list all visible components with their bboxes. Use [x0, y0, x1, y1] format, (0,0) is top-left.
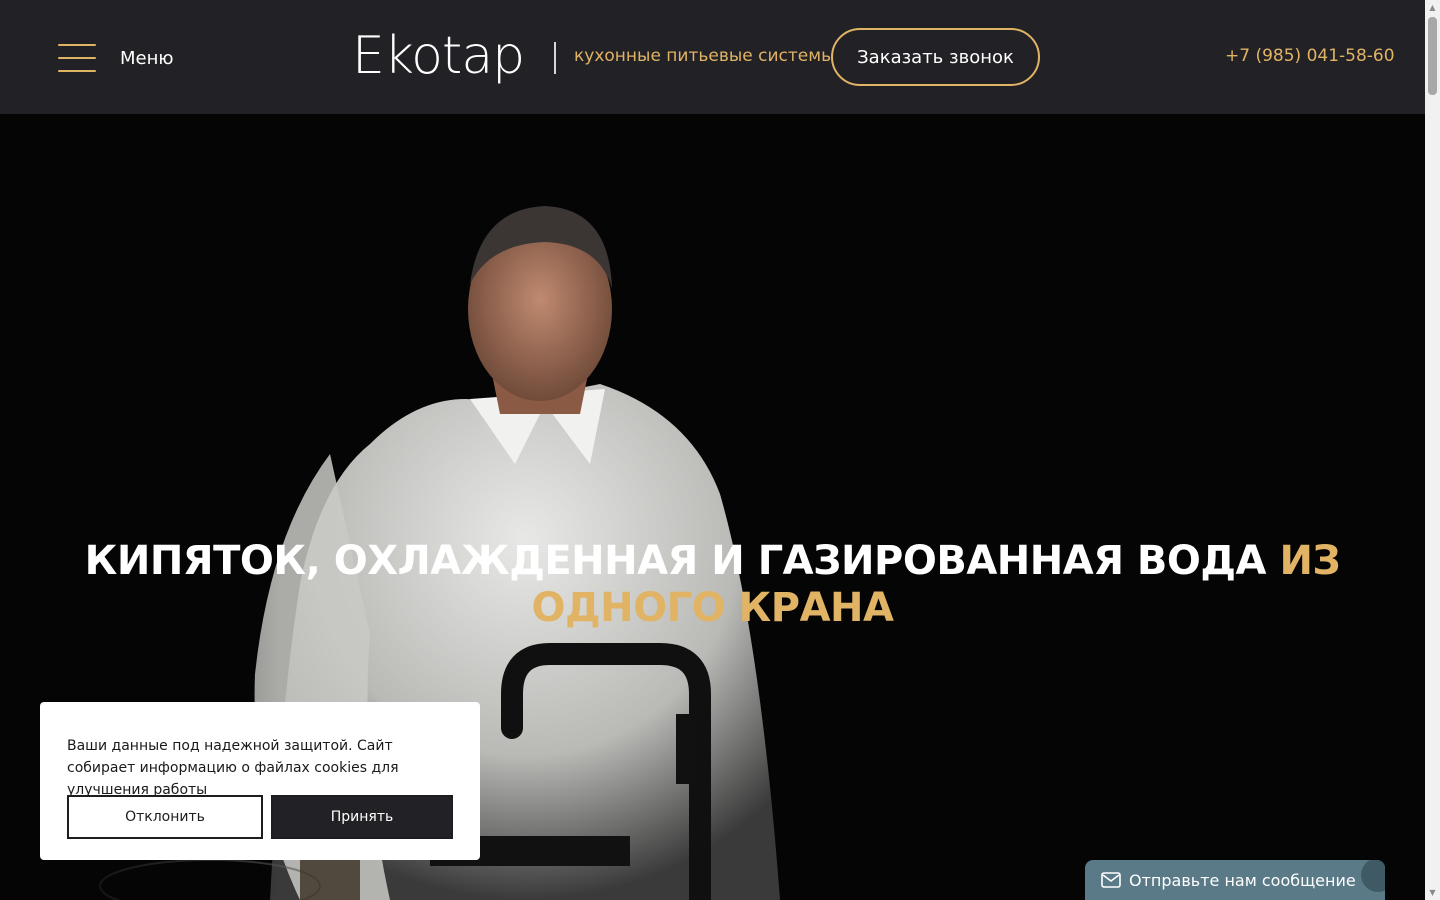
envelope-icon [1101, 872, 1121, 888]
hero-title: КИПЯТОК, ОХЛАЖДЕННАЯ И ГАЗИРОВАННАЯ ВОДА… [40, 538, 1385, 632]
cookie-buttons: Отклонить Принять [67, 795, 453, 839]
decline-button[interactable]: Отклонить [67, 795, 263, 839]
site-header: Меню Ekotap кухонные питьевые системы За… [0, 0, 1425, 114]
chat-corner [1361, 860, 1385, 892]
menu-button[interactable]: Меню [58, 42, 198, 74]
phone-link[interactable]: +7 (985) 041-58-60 [1225, 46, 1395, 66]
cookie-text: Ваши данные под надежной защитой. Сайт с… [67, 738, 399, 798]
cookie-banner: Ваши данные под надежной защитой. Сайт с… [40, 702, 480, 860]
menu-label: Меню [120, 47, 174, 69]
chat-widget-button[interactable]: Отправьте нам сообщение [1085, 860, 1385, 900]
order-call-button[interactable]: Заказать звонок [831, 28, 1040, 86]
tagline: кухонные питьевые системы [574, 46, 835, 66]
page-scrollbar[interactable]: ▲ ▼ [1425, 0, 1440, 900]
scroll-thumb[interactable] [1428, 17, 1437, 95]
scroll-up-arrow-icon[interactable]: ▲ [1425, 0, 1440, 15]
accept-button[interactable]: Принять [271, 795, 453, 839]
chat-label: Отправьте нам сообщение [1129, 870, 1356, 890]
scroll-down-arrow-icon[interactable]: ▼ [1425, 885, 1440, 900]
logo[interactable]: Ekotap [352, 22, 525, 90]
logo-divider [554, 42, 556, 74]
logo-text: Ekotap [352, 26, 525, 86]
burger-icon [58, 44, 96, 72]
hero-title-main: КИПЯТОК, ОХЛАЖДЕННАЯ И ГАЗИРОВАННАЯ ВОДА [84, 538, 1280, 584]
